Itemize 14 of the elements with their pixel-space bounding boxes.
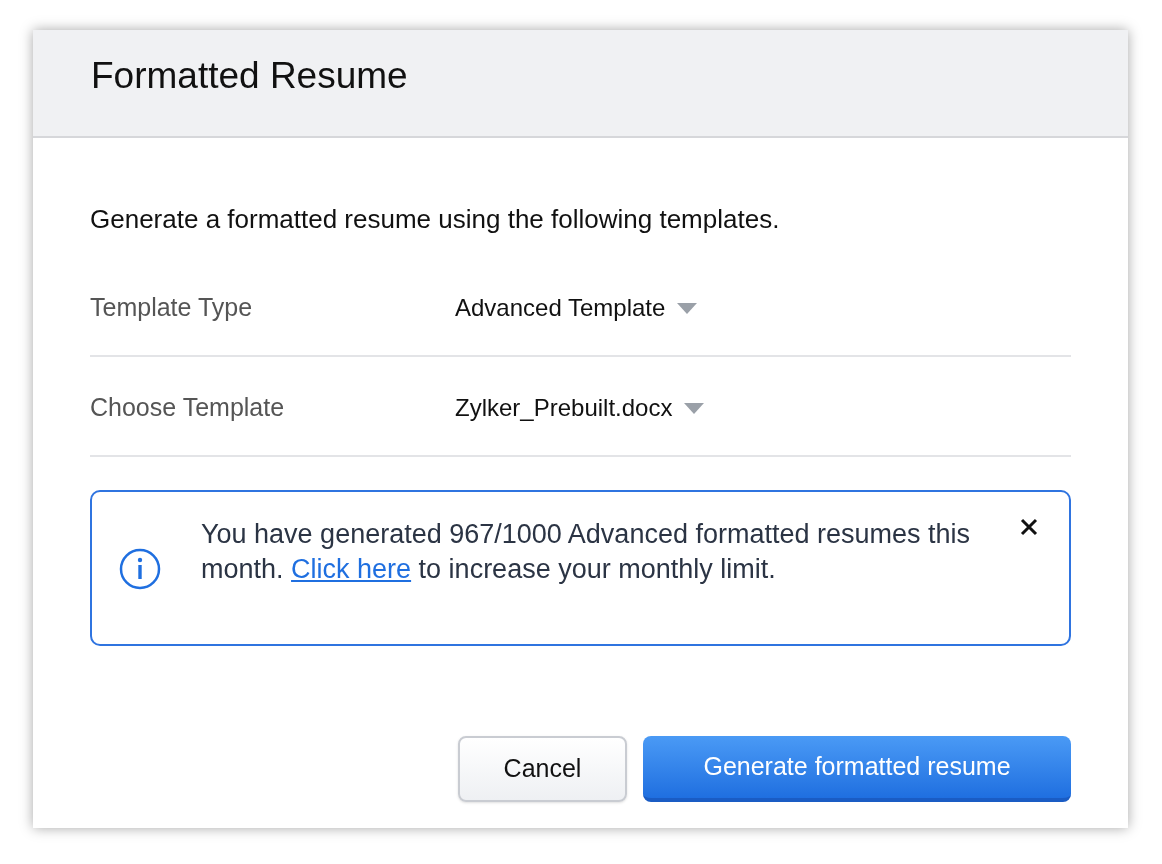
cancel-button[interactable]: Cancel bbox=[458, 736, 627, 802]
field-label: Template Type bbox=[90, 292, 254, 324]
intro-text: Generate a formatted resume using the following templates. bbox=[90, 203, 781, 236]
caret-icon bbox=[684, 402, 705, 414]
close-icon bbox=[1019, 517, 1039, 537]
field-label: Choose Template bbox=[90, 392, 286, 424]
generate-button[interactable]: Generate formatted resume bbox=[643, 736, 1071, 802]
dialog-title: Formatted Resume bbox=[91, 54, 408, 99]
notice-text: You have generated 967/1000 Advanced formatted resumes this month. Click here to increase your monthly limit. bbox=[201, 518, 972, 586]
info-icon bbox=[119, 548, 161, 590]
template-dropdown[interactable]: Zylker_Prebuilt.docx bbox=[455, 390, 705, 426]
increase-limit-link[interactable]: Click here bbox=[291, 554, 412, 584]
caret-icon bbox=[677, 302, 698, 314]
template-dropdown[interactable]: Advanced Template bbox=[455, 290, 698, 326]
